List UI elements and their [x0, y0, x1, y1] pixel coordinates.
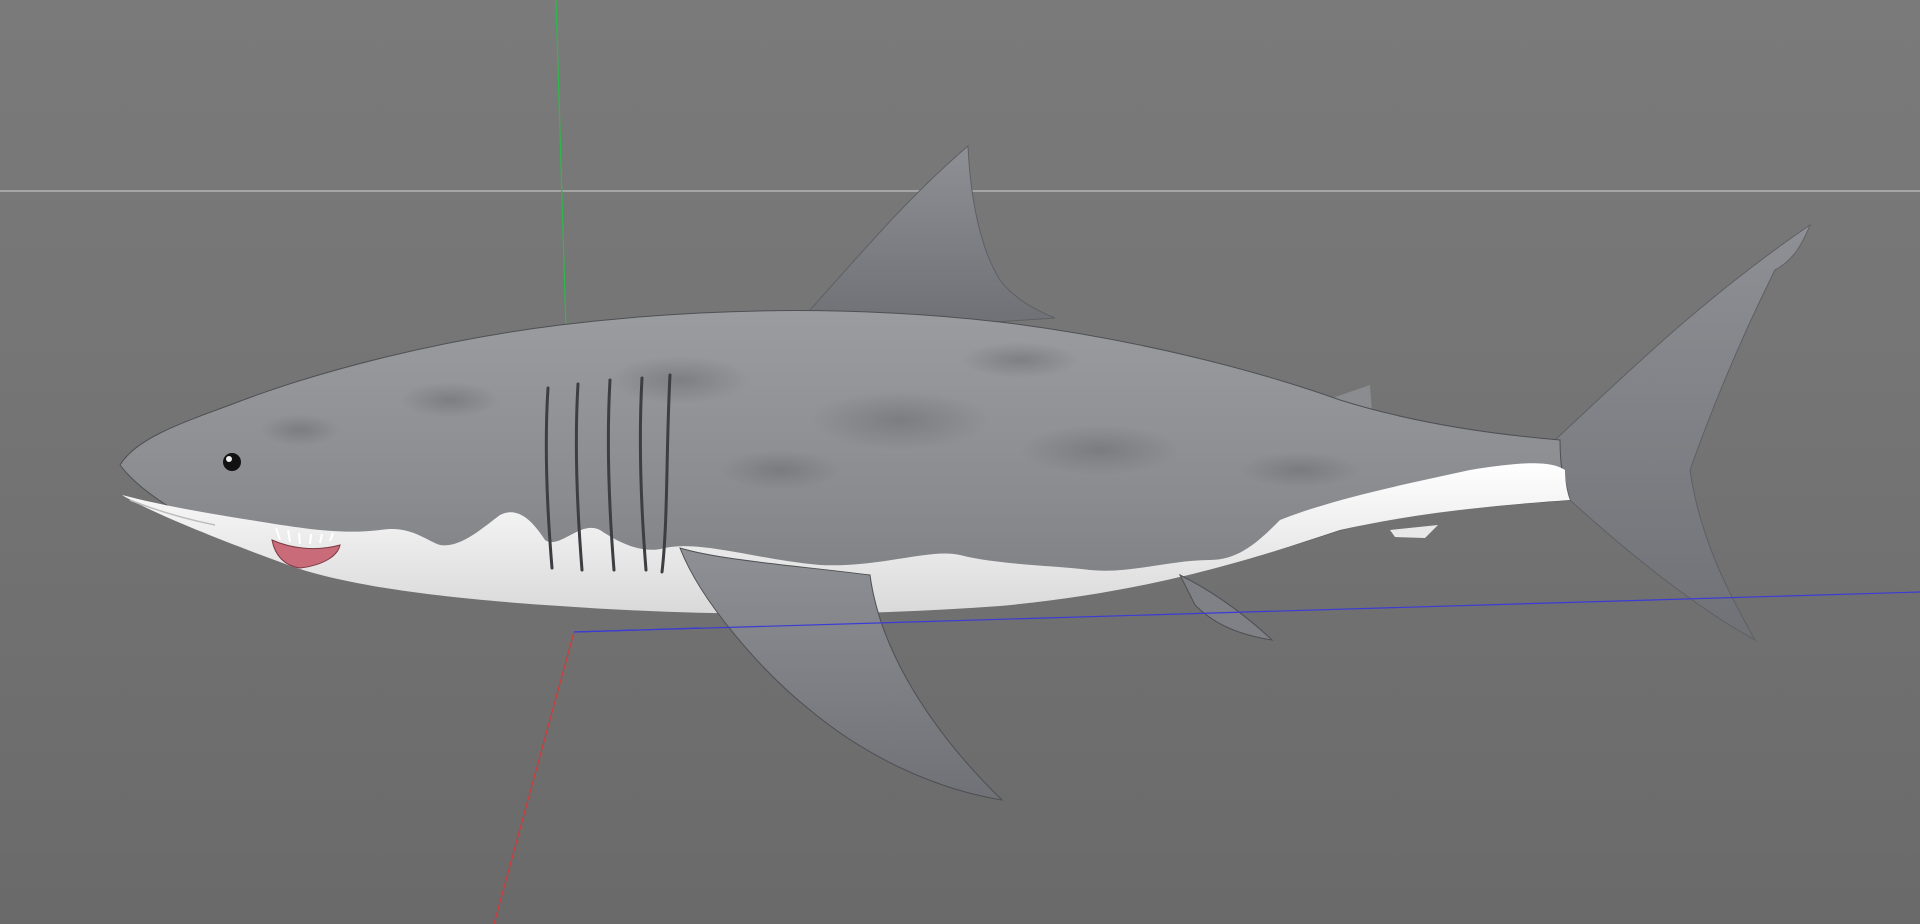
3d-viewport[interactable]	[0, 0, 1920, 924]
shark-anal-fin	[1390, 525, 1438, 538]
shark-eye-highlight	[226, 456, 232, 462]
shark-eye	[223, 453, 241, 471]
shark-dorsal-fin	[806, 144, 1056, 323]
x-axis-line-hidden-part	[573, 627, 701, 633]
y-axis-line	[555, 0, 567, 331]
shark-tail-fin	[1554, 223, 1812, 642]
shark-pelvic-fin	[1178, 573, 1274, 641]
viewport-scene[interactable]	[0, 0, 1920, 924]
z-axis-line	[493, 631, 575, 924]
